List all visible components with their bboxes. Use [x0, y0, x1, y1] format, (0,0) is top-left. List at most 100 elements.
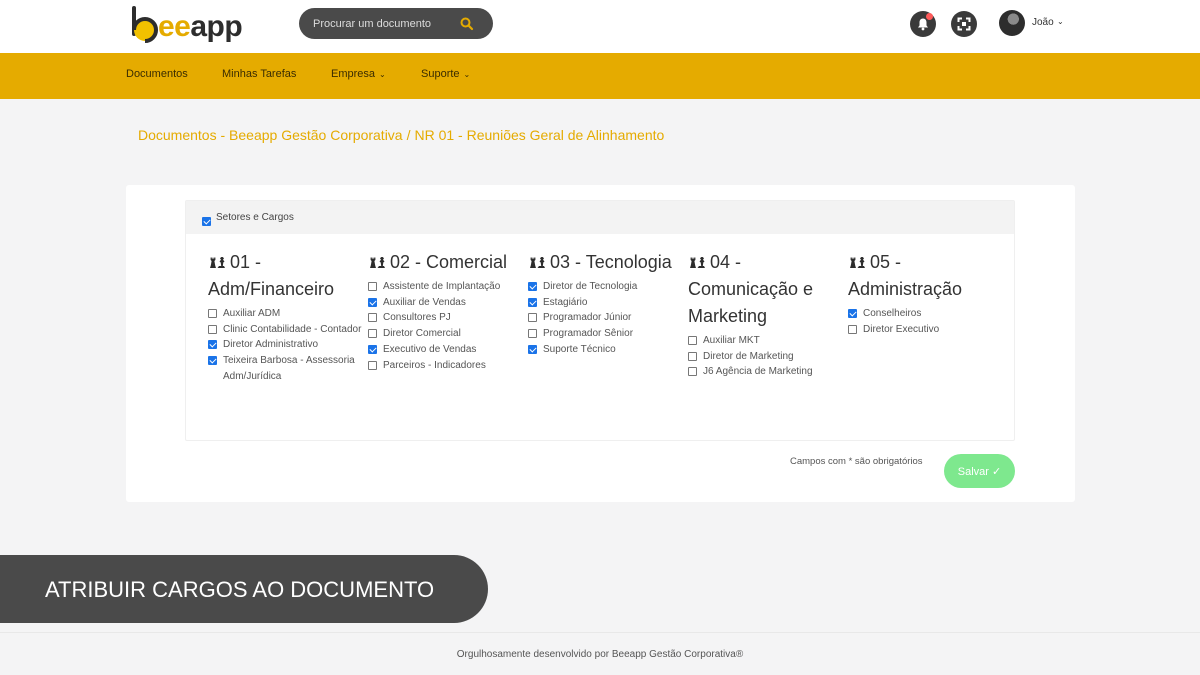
- role-checkbox[interactable]: [528, 297, 537, 307]
- role-label[interactable]: Estagiário: [543, 297, 587, 308]
- required-fields-note: Campos com * são obrigatórios: [790, 456, 923, 467]
- role-checkbox[interactable]: [368, 297, 377, 307]
- role-label[interactable]: Programador Júnior: [543, 312, 631, 323]
- role-item[interactable]: Assistente de Implantação: [368, 279, 528, 295]
- nav-item-documentos[interactable]: Documentos: [126, 68, 188, 80]
- search-input[interactable]: [313, 15, 458, 32]
- nav-item-empresa[interactable]: Empresa ⌄: [331, 68, 386, 80]
- role-label[interactable]: Auxiliar MKT: [703, 335, 760, 346]
- sector-column: 05 - Administração Conselheiros Diretor Ex…: [848, 249, 1008, 337]
- role-label[interactable]: Auxiliar de Vendas: [383, 297, 466, 308]
- role-label[interactable]: J6 Agência de Marketing: [703, 366, 813, 377]
- breadcrumb-parent-link[interactable]: Documentos - Beeapp Gestão Corporativa: [138, 127, 403, 143]
- role-checkbox[interactable]: [208, 356, 217, 366]
- chess-icon: [848, 251, 867, 268]
- avatar[interactable]: [999, 10, 1025, 36]
- footer-text: Orgulhosamente desenvolvido por Beeapp G…: [456, 649, 744, 660]
- role-item[interactable]: Programador Júnior: [528, 310, 688, 326]
- chess-icon: [688, 251, 707, 268]
- role-checkbox[interactable]: [528, 329, 537, 339]
- role-checkbox[interactable]: [208, 340, 217, 350]
- role-label[interactable]: Programador Sênior: [543, 328, 633, 339]
- role-list: Auxiliar MKT Diretor de Marketing J6 Agênc…: [688, 333, 848, 380]
- role-item[interactable]: Auxiliar ADM: [208, 306, 368, 322]
- role-item[interactable]: Consultores PJ: [368, 310, 528, 326]
- role-item[interactable]: Parceiros - Indicadores: [368, 358, 528, 374]
- role-item[interactable]: J6 Agência de Marketing: [688, 364, 848, 380]
- chevron-down-icon[interactable]: ⌄: [1057, 17, 1064, 26]
- nav-item-minhas-tarefas[interactable]: Minhas Tarefas: [222, 68, 296, 80]
- role-item[interactable]: Diretor Executivo: [848, 322, 1008, 338]
- role-item[interactable]: Conselheiros: [848, 306, 1008, 322]
- document-search[interactable]: [299, 8, 493, 39]
- role-checkbox[interactable]: [208, 324, 217, 334]
- role-checkbox[interactable]: [368, 313, 377, 323]
- role-checkbox[interactable]: [848, 309, 857, 318]
- role-checkbox[interactable]: [688, 367, 697, 377]
- role-checkbox[interactable]: [688, 336, 697, 345]
- breadcrumb-separator: /: [406, 127, 411, 143]
- banner-title: ATRIBUIR CARGOS AO DOCUMENTO: [45, 577, 435, 602]
- chess-icon: [208, 251, 227, 268]
- role-checkbox[interactable]: [528, 313, 537, 323]
- sector-title: 03 - Tecnologia: [528, 249, 688, 276]
- feature-banner: ATRIBUIR CARGOS AO DOCUMENTO: [0, 555, 488, 623]
- role-checkbox[interactable]: [208, 309, 217, 318]
- role-item[interactable]: Auxiliar de Vendas: [368, 295, 528, 311]
- role-label[interactable]: Conselheiros: [863, 308, 921, 319]
- role-checkbox[interactable]: [688, 351, 697, 361]
- select-all-checkbox[interactable]: [202, 217, 211, 226]
- beeapp-logo[interactable]: eeapp: [128, 4, 253, 48]
- nav-item-label: Minhas Tarefas: [222, 68, 297, 80]
- role-item[interactable]: Executivo de Vendas: [368, 342, 528, 358]
- user-menu[interactable]: João ⌄: [999, 10, 1079, 38]
- role-label[interactable]: Parceiros - Indicadores: [383, 360, 486, 371]
- role-label[interactable]: Consultores PJ: [383, 312, 451, 323]
- role-label[interactable]: Diretor Comercial: [383, 328, 461, 339]
- role-label[interactable]: Diretor de Marketing: [703, 351, 794, 362]
- user-name[interactable]: João: [1032, 17, 1054, 28]
- role-item[interactable]: Estagiário: [528, 295, 688, 311]
- nav-item-suporte[interactable]: Suporte ⌄: [421, 68, 470, 80]
- notification-dot: [926, 13, 933, 20]
- role-list: Diretor de Tecnologia Estagiário Programad…: [528, 279, 688, 358]
- main-navigation: Documentos Minhas Tarefas Empresa ⌄ Supor…: [0, 53, 1200, 99]
- role-checkbox[interactable]: [368, 282, 377, 291]
- role-label[interactable]: Diretor de Tecnologia: [543, 281, 637, 292]
- role-checkbox[interactable]: [528, 282, 537, 291]
- fullscreen-button[interactable]: [951, 11, 977, 37]
- role-item[interactable]: Programador Sênior: [528, 326, 688, 342]
- role-item[interactable]: Auxiliar MKT: [688, 333, 848, 349]
- role-checkbox[interactable]: [368, 329, 377, 339]
- sector-title: 02 - Comercial: [368, 249, 528, 276]
- save-button[interactable]: Salvar ✓: [944, 454, 1015, 488]
- notifications-button[interactable]: [910, 11, 936, 37]
- role-label[interactable]: Diretor Executivo: [863, 324, 939, 335]
- sector-column: 01 - Adm/Financeiro Auxiliar ADM Clinic Co…: [208, 249, 368, 385]
- role-item[interactable]: Suporte Técnico: [528, 342, 688, 358]
- role-label[interactable]: Clinic Contabilidade - Contador: [223, 324, 361, 335]
- nav-item-label: Empresa: [331, 68, 376, 80]
- role-item[interactable]: Clinic Contabilidade - Contador: [208, 322, 368, 338]
- search-icon[interactable]: [459, 16, 475, 32]
- role-label[interactable]: Diretor Administrativo: [223, 339, 318, 350]
- role-item[interactable]: Diretor de Tecnologia: [528, 279, 688, 295]
- nav-item-label: Suporte: [421, 68, 460, 80]
- role-checkbox[interactable]: [368, 360, 377, 370]
- role-label[interactable]: Auxiliar ADM: [223, 308, 280, 319]
- sector-title-text: 02 - Comercial: [390, 252, 508, 272]
- fullscreen-icon: [957, 17, 971, 31]
- role-label[interactable]: Teixeira Barbosa - Assessoria Adm/Jurídi…: [223, 355, 355, 382]
- role-label[interactable]: Assistente de Implantação: [383, 281, 500, 292]
- role-item[interactable]: Teixeira Barbosa - Assessoria Adm/Jurídi…: [208, 353, 368, 384]
- role-checkbox[interactable]: [848, 324, 857, 334]
- role-item[interactable]: Diretor Comercial: [368, 326, 528, 342]
- chevron-down-icon: ⌄: [463, 70, 471, 79]
- role-label[interactable]: Suporte Técnico: [543, 344, 616, 355]
- role-checkbox[interactable]: [368, 344, 377, 354]
- role-label[interactable]: Executivo de Vendas: [383, 344, 476, 355]
- role-item[interactable]: Diretor Administrativo: [208, 337, 368, 353]
- role-item[interactable]: Diretor de Marketing: [688, 349, 848, 365]
- sector-column: 02 - Comercial Assistente de Implantação A…: [368, 249, 528, 373]
- role-checkbox[interactable]: [528, 344, 537, 354]
